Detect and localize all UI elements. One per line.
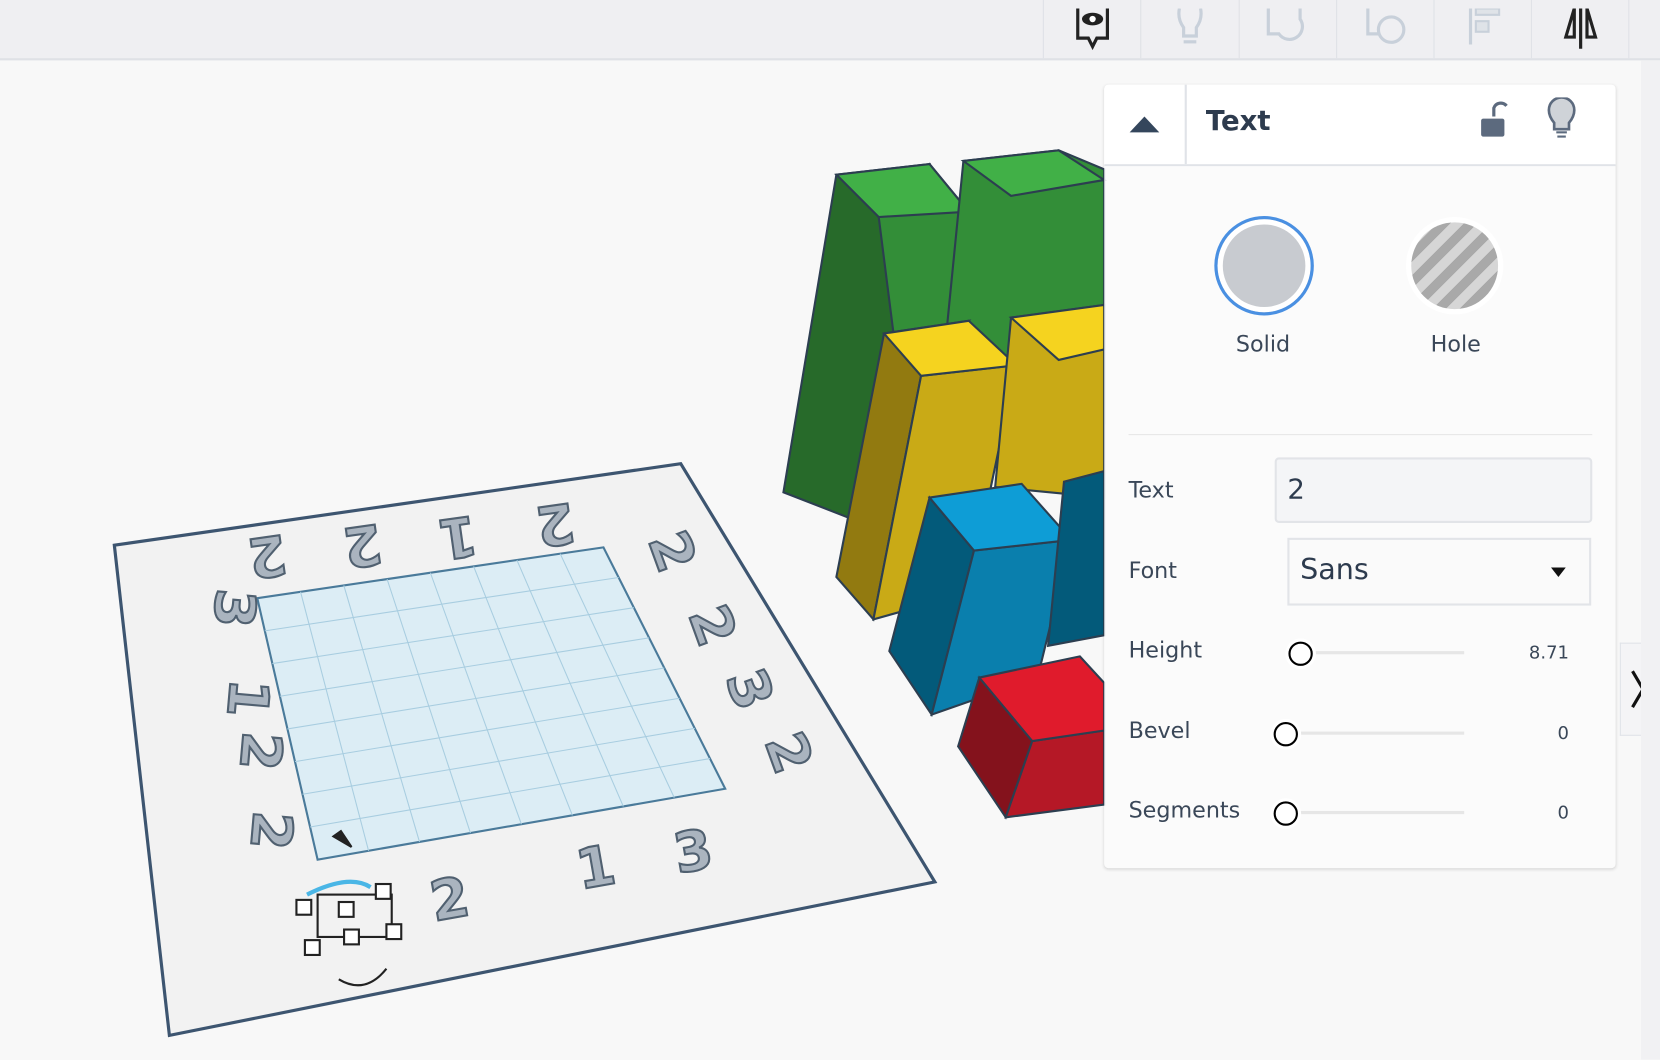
plate-label: 2 — [227, 729, 294, 773]
solid-label: Solid — [1235, 331, 1291, 357]
inspector-header: Text — [1104, 84, 1616, 167]
notes-icon — [1076, 7, 1109, 50]
text-label: Text — [1128, 477, 1174, 503]
bevel-slider-track[interactable] — [1294, 731, 1465, 735]
caret-down-icon — [1550, 567, 1566, 577]
group-button[interactable] — [1238, 0, 1337, 59]
notes-button[interactable] — [1042, 0, 1141, 59]
right-edge — [1640, 60, 1660, 1060]
divider — [1128, 434, 1593, 436]
height-value[interactable]: 8.71 — [1529, 643, 1569, 664]
segments-slider-track[interactable] — [1294, 810, 1465, 815]
lock-icon[interactable] — [1479, 100, 1509, 140]
segments-label: Segments — [1128, 797, 1241, 823]
group-icon — [1266, 7, 1304, 41]
plate-label: 2 — [238, 809, 305, 853]
plate-label: 1 — [215, 676, 282, 720]
hole-label: Hole — [1430, 331, 1481, 357]
hole-swatch[interactable] — [1411, 222, 1499, 310]
align-icon — [1468, 7, 1501, 44]
segments-value[interactable]: 0 — [1558, 802, 1569, 823]
toolbar — [0, 0, 1660, 61]
lightbulb-icon — [1177, 7, 1203, 43]
align-button[interactable] — [1433, 0, 1531, 59]
toolbar-overflow[interactable] — [1628, 0, 1660, 59]
height-label: Height — [1128, 637, 1203, 663]
ungroup-button[interactable] — [1336, 0, 1434, 59]
collapse-panel-button[interactable] — [1104, 84, 1187, 165]
height-slider-knob[interactable] — [1288, 641, 1313, 666]
bevel-slider-knob[interactable] — [1273, 722, 1298, 747]
height-slider-track[interactable] — [1294, 651, 1465, 655]
red-bar[interactable] — [956, 655, 1106, 820]
ungroup-icon — [1366, 7, 1406, 44]
caret-up-icon — [1129, 115, 1160, 132]
shape-title: Text — [1205, 105, 1271, 138]
font-select[interactable]: Sans — [1287, 537, 1592, 606]
segments-slider-knob[interactable] — [1273, 801, 1298, 826]
font-value: Sans — [1300, 553, 1369, 587]
lightbulb-icon[interactable] — [1547, 97, 1579, 141]
plate-label: 3 — [201, 586, 268, 630]
solid-swatch[interactable] — [1214, 215, 1314, 316]
font-label: Font — [1128, 557, 1177, 584]
text-input[interactable] — [1274, 457, 1593, 523]
mirror-icon — [1563, 7, 1598, 49]
bevel-value[interactable]: 0 — [1558, 723, 1569, 744]
bevel-label: Bevel — [1128, 717, 1191, 744]
inspector-panel: Text Solid Hole Text Font Sans Height 8.… — [1104, 84, 1616, 869]
mirror-button[interactable] — [1530, 0, 1629, 59]
light-button[interactable] — [1140, 0, 1238, 59]
